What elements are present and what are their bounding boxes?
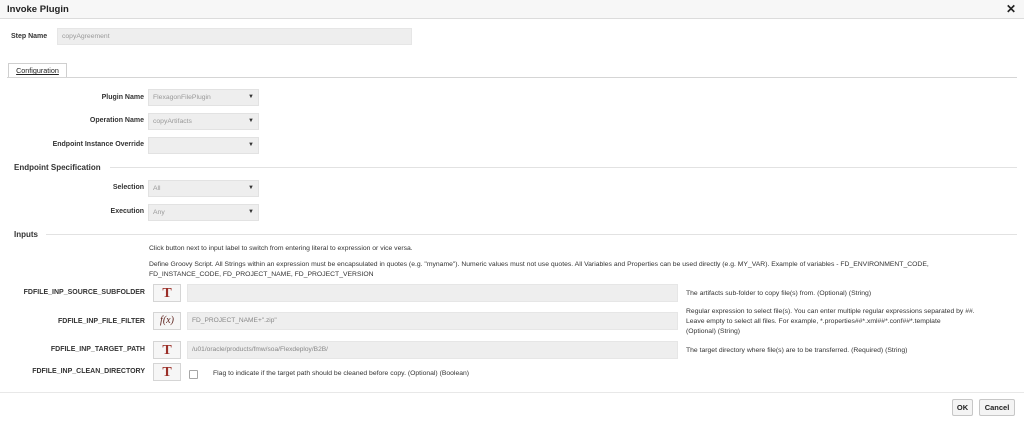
switch-mode-hint: Click button next to input label to swit… bbox=[149, 245, 413, 252]
file-filter-input[interactable]: FD_PROJECT_NAME+".zip" bbox=[187, 312, 678, 330]
close-icon[interactable]: ✕ bbox=[1006, 2, 1016, 16]
operation-name-label: Operation Name bbox=[89, 117, 144, 124]
input-label-source-subfolder: FDFILE_INP_SOURCE_SUBFOLDER bbox=[23, 289, 145, 296]
endpoint-override-select[interactable]: ▼ bbox=[148, 137, 259, 154]
file-filter-help-line: (Optional) (String) bbox=[686, 328, 741, 335]
plugin-name-value: FlexagonFilePlugin bbox=[153, 94, 211, 101]
file-filter-help: Regular expression to select file(s). Yo… bbox=[686, 307, 1016, 337]
footer-divider bbox=[0, 392, 1024, 393]
clean-directory-help: Flag to indicate if the target path shou… bbox=[213, 370, 470, 377]
clean-directory-checkbox[interactable] bbox=[189, 370, 198, 379]
dialog-titlebar: Invoke Plugin ✕ bbox=[0, 0, 1024, 19]
literal-mode-icon[interactable]: T bbox=[153, 341, 181, 359]
selection-select[interactable]: All ▼ bbox=[148, 180, 259, 197]
chevron-down-icon: ▼ bbox=[248, 185, 254, 191]
groovy-hint-line: Define Groovy Script. All Strings within… bbox=[149, 261, 929, 268]
file-filter-help-line: Leave empty to select all files. For exa… bbox=[686, 318, 941, 325]
groovy-hint: Define Groovy Script. All Strings within… bbox=[149, 260, 1015, 280]
operation-name-select[interactable]: copyArtifacts ▼ bbox=[148, 113, 259, 130]
literal-mode-icon[interactable]: T bbox=[153, 284, 181, 302]
execution-value: Any bbox=[153, 209, 165, 216]
selection-value: All bbox=[153, 185, 161, 192]
input-label-target-path: FDFILE_INP_TARGET_PATH bbox=[50, 346, 145, 353]
chevron-down-icon: ▼ bbox=[248, 94, 254, 100]
input-label-clean-directory: FDFILE_INP_CLEAN_DIRECTORY bbox=[32, 368, 145, 375]
chevron-down-icon: ▼ bbox=[248, 118, 254, 124]
target-path-input[interactable]: /u01/oracle/products/fmw/soa/Flexdeploy/… bbox=[187, 341, 678, 359]
step-name-input[interactable]: copyAgreement bbox=[57, 28, 412, 45]
chevron-down-icon: ▼ bbox=[248, 209, 254, 215]
tab-configuration-label: Configuration bbox=[16, 66, 59, 75]
dialog-title: Invoke Plugin bbox=[7, 4, 69, 15]
section-divider bbox=[46, 234, 1017, 235]
operation-name-value: copyArtifacts bbox=[153, 118, 192, 125]
tab-configuration[interactable]: Configuration bbox=[8, 63, 67, 77]
execution-select[interactable]: Any ▼ bbox=[148, 204, 259, 221]
groovy-hint-line: FD_INSTANCE_CODE, FD_PROJECT_NAME, FD_PR… bbox=[149, 271, 374, 278]
expression-mode-icon[interactable]: f(x) bbox=[153, 312, 181, 330]
input-label-file-filter: FDFILE_INP_FILE_FILTER bbox=[58, 318, 145, 325]
step-name-label: Step Name bbox=[11, 33, 48, 40]
inputs-heading: Inputs bbox=[14, 230, 38, 239]
chevron-down-icon: ▼ bbox=[248, 142, 254, 148]
cancel-button[interactable]: Cancel bbox=[979, 399, 1015, 416]
ok-button[interactable]: OK bbox=[952, 399, 973, 416]
endpoint-override-label: Endpoint Instance Override bbox=[52, 141, 144, 148]
plugin-name-select[interactable]: FlexagonFilePlugin ▼ bbox=[148, 89, 259, 106]
execution-label: Execution bbox=[110, 208, 144, 215]
file-filter-help-line: Regular expression to select file(s). Yo… bbox=[686, 308, 975, 315]
section-divider bbox=[110, 167, 1017, 168]
source-subfolder-input[interactable] bbox=[187, 284, 678, 302]
source-subfolder-help: The artifacts sub-folder to copy file(s)… bbox=[686, 290, 872, 297]
literal-mode-icon[interactable]: T bbox=[153, 363, 181, 381]
target-path-help: The target directory where file(s) are t… bbox=[686, 347, 908, 354]
endpoint-spec-heading: Endpoint Specification bbox=[14, 163, 101, 172]
selection-label: Selection bbox=[112, 184, 144, 191]
plugin-name-label: Plugin Name bbox=[101, 94, 144, 101]
